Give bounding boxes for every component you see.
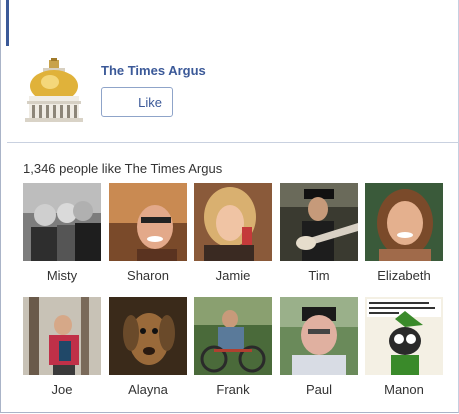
like-button-label: Like — [138, 95, 162, 110]
section-divider — [7, 142, 459, 143]
fan-photo[interactable] — [194, 297, 272, 375]
fan-name[interactable]: Joe — [23, 382, 101, 397]
page-name-link[interactable]: The Times Argus — [101, 63, 206, 78]
fan-name[interactable]: Misty — [23, 268, 101, 283]
top-left-accent-bar — [6, 0, 9, 46]
fan-photo[interactable] — [365, 183, 443, 261]
fan-name[interactable]: Alayna — [109, 382, 187, 397]
fan-name[interactable]: Frank — [194, 382, 272, 397]
fan-item[interactable]: Elizabeth — [365, 183, 443, 283]
fan-name[interactable]: Manon — [365, 382, 443, 397]
like-button[interactable]: Like — [101, 87, 173, 117]
page-logo-dome-icon[interactable] — [23, 58, 85, 124]
fan-name[interactable]: Sharon — [109, 268, 187, 283]
fan-item[interactable]: Manon — [365, 297, 443, 397]
fan-photo[interactable] — [194, 183, 272, 261]
like-box-widget: The Times Argus Like 1,346 people like T… — [0, 0, 459, 413]
fan-count-text: 1,346 people like The Times Argus — [23, 161, 223, 176]
fan-item[interactable]: Alayna — [109, 297, 187, 397]
fan-item[interactable]: Sharon — [109, 183, 187, 283]
fan-item[interactable]: Frank — [194, 297, 272, 397]
fan-photo[interactable] — [109, 297, 187, 375]
fan-photo[interactable] — [280, 183, 358, 261]
fan-item[interactable]: Joe — [23, 297, 101, 397]
page-header: The Times Argus Like — [1, 50, 459, 142]
fan-photo[interactable] — [23, 297, 101, 375]
fan-photo[interactable] — [109, 183, 187, 261]
fan-item[interactable]: Paul — [280, 297, 358, 397]
fan-item[interactable]: Tim — [280, 183, 358, 283]
fan-name[interactable]: Elizabeth — [365, 268, 443, 283]
fan-photo[interactable] — [280, 297, 358, 375]
fan-photo[interactable] — [365, 297, 443, 375]
fan-item[interactable]: Misty — [23, 183, 101, 283]
fan-name[interactable]: Jamie — [194, 268, 272, 283]
fan-item[interactable]: Jamie — [194, 183, 272, 283]
fan-name[interactable]: Paul — [280, 382, 358, 397]
fan-name[interactable]: Tim — [280, 268, 358, 283]
fan-photo[interactable] — [23, 183, 101, 261]
